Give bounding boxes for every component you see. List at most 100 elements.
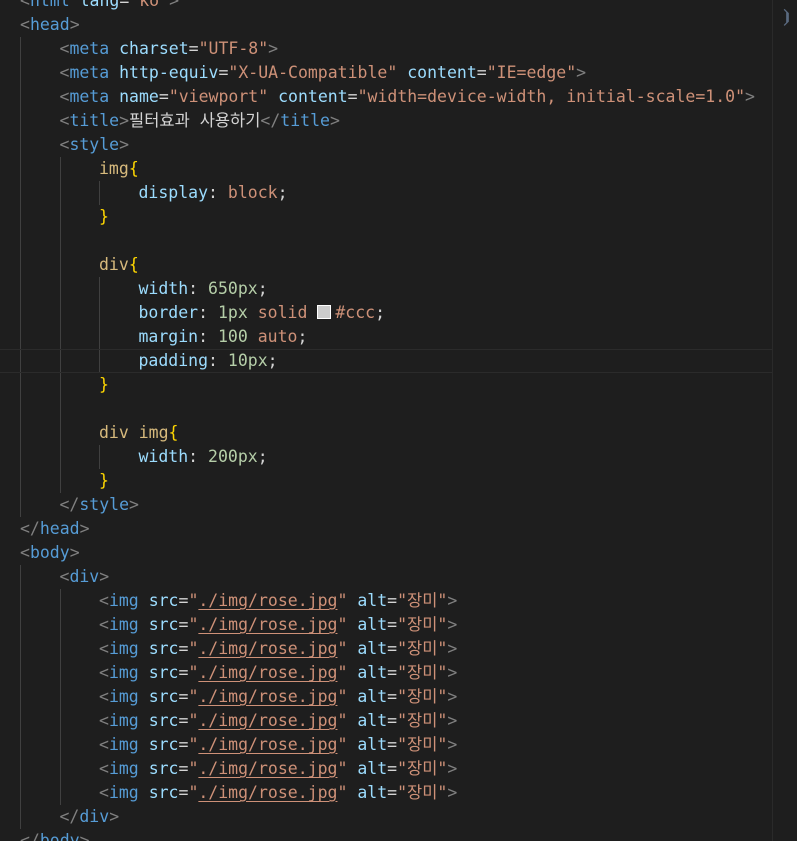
code-line-content: width: 650px; [139, 279, 268, 298]
code-line[interactable] [20, 397, 773, 421]
code-line[interactable]: width: 650px; [20, 277, 773, 301]
code-line[interactable] [20, 229, 773, 253]
code-token: padding [138, 351, 209, 370]
indent-guide [20, 781, 21, 805]
code-line[interactable]: <head> [20, 13, 773, 37]
code-token: #ccc [335, 303, 376, 322]
code-line[interactable]: div{ [20, 253, 773, 277]
code-token: lang [79, 0, 120, 10]
code-line[interactable]: <img src="./img/rose.jpg" alt="장미"> [20, 613, 773, 637]
code-token: ./img/rose.jpg [198, 687, 338, 706]
code-line[interactable]: } [20, 205, 773, 229]
code-token: src [148, 759, 179, 778]
code-token: img [108, 615, 139, 634]
bracket-marker-icon: ⦘ [781, 7, 793, 28]
indent-guide [20, 589, 21, 613]
code-line-content: </div> [60, 807, 120, 826]
code-line[interactable]: <meta name="viewport" content="width=dev… [20, 85, 773, 109]
indent-guide [20, 229, 21, 253]
code-line[interactable]: <img src="./img/rose.jpg" alt="장미"> [20, 709, 773, 733]
code-line[interactable]: <div> [20, 565, 773, 589]
indent-guide [59, 709, 61, 733]
code-token: 필터효과 사용하기 [129, 111, 261, 130]
code-line[interactable]: padding: 10px; [0, 349, 797, 373]
code-token: < [99, 711, 109, 730]
code-line[interactable]: } [20, 373, 773, 397]
code-token: div [79, 807, 110, 826]
code-line[interactable]: <img src="./img/rose.jpg" alt="장미"> [20, 661, 773, 685]
indent-guide [59, 445, 61, 469]
indent-guide [59, 781, 61, 805]
code-token: ./img/rose.jpg [198, 615, 338, 634]
code-token: src [148, 783, 179, 802]
indent-guide [20, 421, 21, 445]
code-line[interactable]: border: 1px solid #ccc; [20, 301, 773, 325]
code-token: = [387, 783, 398, 802]
code-token: " [188, 687, 199, 706]
code-token: " [337, 711, 348, 730]
code-token: = [387, 591, 398, 610]
code-token: = [387, 711, 398, 730]
indent-guide [59, 685, 61, 709]
code-token: 650px [208, 279, 258, 298]
code-line[interactable]: <img src="./img/rose.jpg" alt="장미"> [20, 637, 773, 661]
code-line[interactable]: div img{ [20, 421, 773, 445]
code-editor[interactable]: <html lang="ko"> <head> <meta charset="UTF… [0, 0, 797, 841]
code-token: img [108, 711, 139, 730]
code-line[interactable]: img{ [20, 157, 773, 181]
code-line[interactable]: display: block; [20, 181, 773, 205]
code-token: margin [138, 327, 199, 346]
code-line[interactable]: <meta charset="UTF-8"> [20, 37, 773, 61]
code-line[interactable]: <style> [20, 133, 773, 157]
code-line[interactable]: </style> [20, 493, 773, 517]
code-line[interactable]: <body> [20, 541, 773, 565]
code-token: > [69, 543, 80, 562]
code-line[interactable]: width: 200px; [20, 445, 773, 469]
code-line-content: <head> [20, 15, 80, 34]
indent-guide [99, 349, 100, 373]
code-token: < [59, 87, 70, 106]
code-line[interactable]: </body> [20, 829, 773, 841]
indent-guide [99, 445, 100, 469]
code-line-content: <style> [60, 135, 130, 154]
color-swatch-icon[interactable] [317, 305, 332, 319]
code-line[interactable]: </div> [20, 805, 773, 829]
code-line[interactable]: <title>필터효과 사용하기</title> [20, 109, 773, 133]
code-token: http-equiv [119, 63, 219, 82]
code-token: alt [357, 711, 388, 730]
code-line[interactable]: <html lang="ko"> [20, 0, 773, 13]
code-token: " [337, 759, 348, 778]
code-line-content: <div> [60, 567, 110, 586]
code-token: : [188, 447, 209, 466]
indent-guide [59, 205, 61, 229]
code-line[interactable]: margin: 100 auto; [20, 325, 773, 349]
indent-guide [20, 205, 21, 229]
code-token: charset [119, 39, 189, 58]
code-token: > [447, 711, 458, 730]
code-area[interactable]: <html lang="ko"> <head> <meta charset="UTF… [0, 0, 797, 841]
code-line[interactable]: <img src="./img/rose.jpg" alt="장미"> [20, 685, 773, 709]
code-line[interactable]: </head> [20, 517, 773, 541]
code-line[interactable]: <img src="./img/rose.jpg" alt="장미"> [20, 781, 773, 805]
code-line[interactable]: <img src="./img/rose.jpg" alt="장미"> [20, 757, 773, 781]
code-line-content: img{ [99, 159, 139, 178]
code-token: " [188, 639, 199, 658]
code-line[interactable]: <img src="./img/rose.jpg" alt="장미"> [20, 733, 773, 757]
code-token: </ [59, 495, 80, 514]
vertical-scrollbar[interactable]: ⦘ [772, 0, 797, 841]
indent-guide [59, 349, 61, 373]
indent-guide [20, 109, 21, 133]
code-line[interactable]: <img src="./img/rose.jpg" alt="장미"> [20, 589, 773, 613]
code-line[interactable]: } [20, 469, 773, 493]
code-token: = [178, 735, 189, 754]
code-line[interactable]: <meta http-equiv="X-UA-Compatible" conte… [20, 61, 773, 85]
indent-guide [59, 277, 61, 301]
